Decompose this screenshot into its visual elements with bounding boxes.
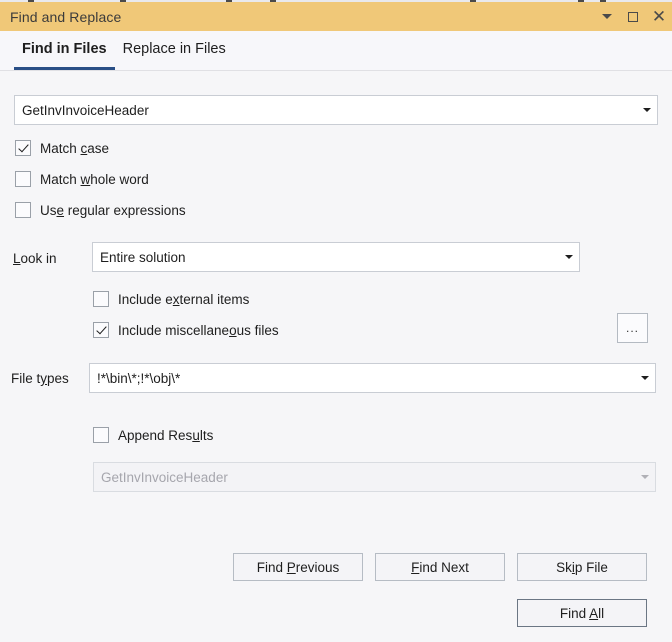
window-controls: ✕ xyxy=(594,2,672,31)
look-in-dropdown-button[interactable] xyxy=(559,243,579,271)
search-term-value[interactable]: GetInvInvoiceHeader xyxy=(15,103,637,118)
find-in-files-form: GetInvInvoiceHeader Match case Match who… xyxy=(0,72,672,642)
window-titlebar: Find and Replace ✕ xyxy=(0,2,672,31)
checkbox-use-regular-expressions-label: Use regular expressions xyxy=(40,202,186,218)
search-term-dropdown-button[interactable] xyxy=(637,96,657,124)
checkbox-match-whole-word[interactable]: Match whole word xyxy=(15,171,149,187)
checkbox-match-whole-word-label: Match whole word xyxy=(40,171,149,187)
skip-file-button-label: Skip File xyxy=(556,559,608,575)
replace-with-dropdown-button xyxy=(635,463,655,491)
window-title: Find and Replace xyxy=(10,8,122,25)
file-types-combobox[interactable]: !*\bin\*;!*\obj\* xyxy=(89,363,656,393)
find-all-button-label: Find All xyxy=(559,605,605,621)
search-term-combobox[interactable]: GetInvInvoiceHeader xyxy=(14,95,658,125)
skip-file-button[interactable]: Skip File xyxy=(517,553,647,581)
find-next-button-label: Find Next xyxy=(411,559,469,575)
look-in-label: Look in xyxy=(13,251,57,266)
checkbox-use-regular-expressions-box[interactable] xyxy=(15,202,31,218)
checkbox-append-results-box[interactable] xyxy=(93,427,109,443)
file-types-dropdown-button[interactable] xyxy=(635,364,655,392)
checkbox-match-case-box[interactable] xyxy=(15,140,31,156)
find-next-button[interactable]: Find Next xyxy=(375,553,505,581)
restore-square-icon xyxy=(628,11,638,22)
replace-with-combobox: GetInvInvoiceHeader xyxy=(93,462,656,492)
close-x-icon: ✕ xyxy=(651,7,667,26)
checkbox-append-results-label: Append Results xyxy=(118,427,214,443)
find-previous-button-label: Find Previous xyxy=(256,559,340,575)
tab-replace-in-files[interactable]: Replace in Files xyxy=(115,31,234,70)
window-close-button[interactable]: ✕ xyxy=(646,2,672,31)
look-in-value[interactable]: Entire solution xyxy=(93,250,559,265)
file-types-label: File types xyxy=(11,371,69,386)
checkbox-include-miscellaneous-files-box[interactable] xyxy=(93,322,109,338)
checkbox-include-external-items-box[interactable] xyxy=(93,291,109,307)
checkbox-use-regular-expressions[interactable]: Use regular expressions xyxy=(15,202,186,218)
tab-find-in-files[interactable]: Find in Files xyxy=(14,31,115,70)
checkbox-include-miscellaneous-files[interactable]: Include miscellaneous files xyxy=(93,322,279,338)
checkbox-include-external-items-label: Include external items xyxy=(118,291,250,307)
chevron-down-icon xyxy=(602,14,612,19)
tab-find-in-files-label: Find in Files xyxy=(22,41,107,57)
checkbox-include-external-items[interactable]: Include external items xyxy=(93,291,249,307)
chevron-down-icon xyxy=(641,475,649,479)
replace-with-value: GetInvInvoiceHeader xyxy=(101,469,228,485)
checkbox-append-results[interactable]: Append Results xyxy=(93,427,213,443)
chevron-down-icon xyxy=(643,108,651,112)
look-in-browse-button[interactable]: ... xyxy=(617,313,648,343)
window-restore-button[interactable] xyxy=(620,2,646,31)
checkbox-match-whole-word-box[interactable] xyxy=(15,171,31,187)
checkbox-include-miscellaneous-files-label: Include miscellaneous files xyxy=(118,322,279,338)
tab-strip: Find in Files Replace in Files xyxy=(0,31,672,71)
file-types-value[interactable]: !*\bin\*;!*\obj\* xyxy=(90,371,635,386)
find-previous-button[interactable]: Find Previous xyxy=(233,553,363,581)
chevron-down-icon xyxy=(565,255,573,259)
tab-replace-in-files-label: Replace in Files xyxy=(122,41,226,57)
checkbox-match-case[interactable]: Match case xyxy=(15,140,109,156)
window-dropdown-button[interactable] xyxy=(594,2,620,31)
find-all-button[interactable]: Find All xyxy=(517,599,647,627)
checkbox-match-case-label: Match case xyxy=(40,140,110,156)
chevron-down-icon xyxy=(641,376,649,380)
look-in-combobox[interactable]: Entire solution xyxy=(92,242,580,272)
